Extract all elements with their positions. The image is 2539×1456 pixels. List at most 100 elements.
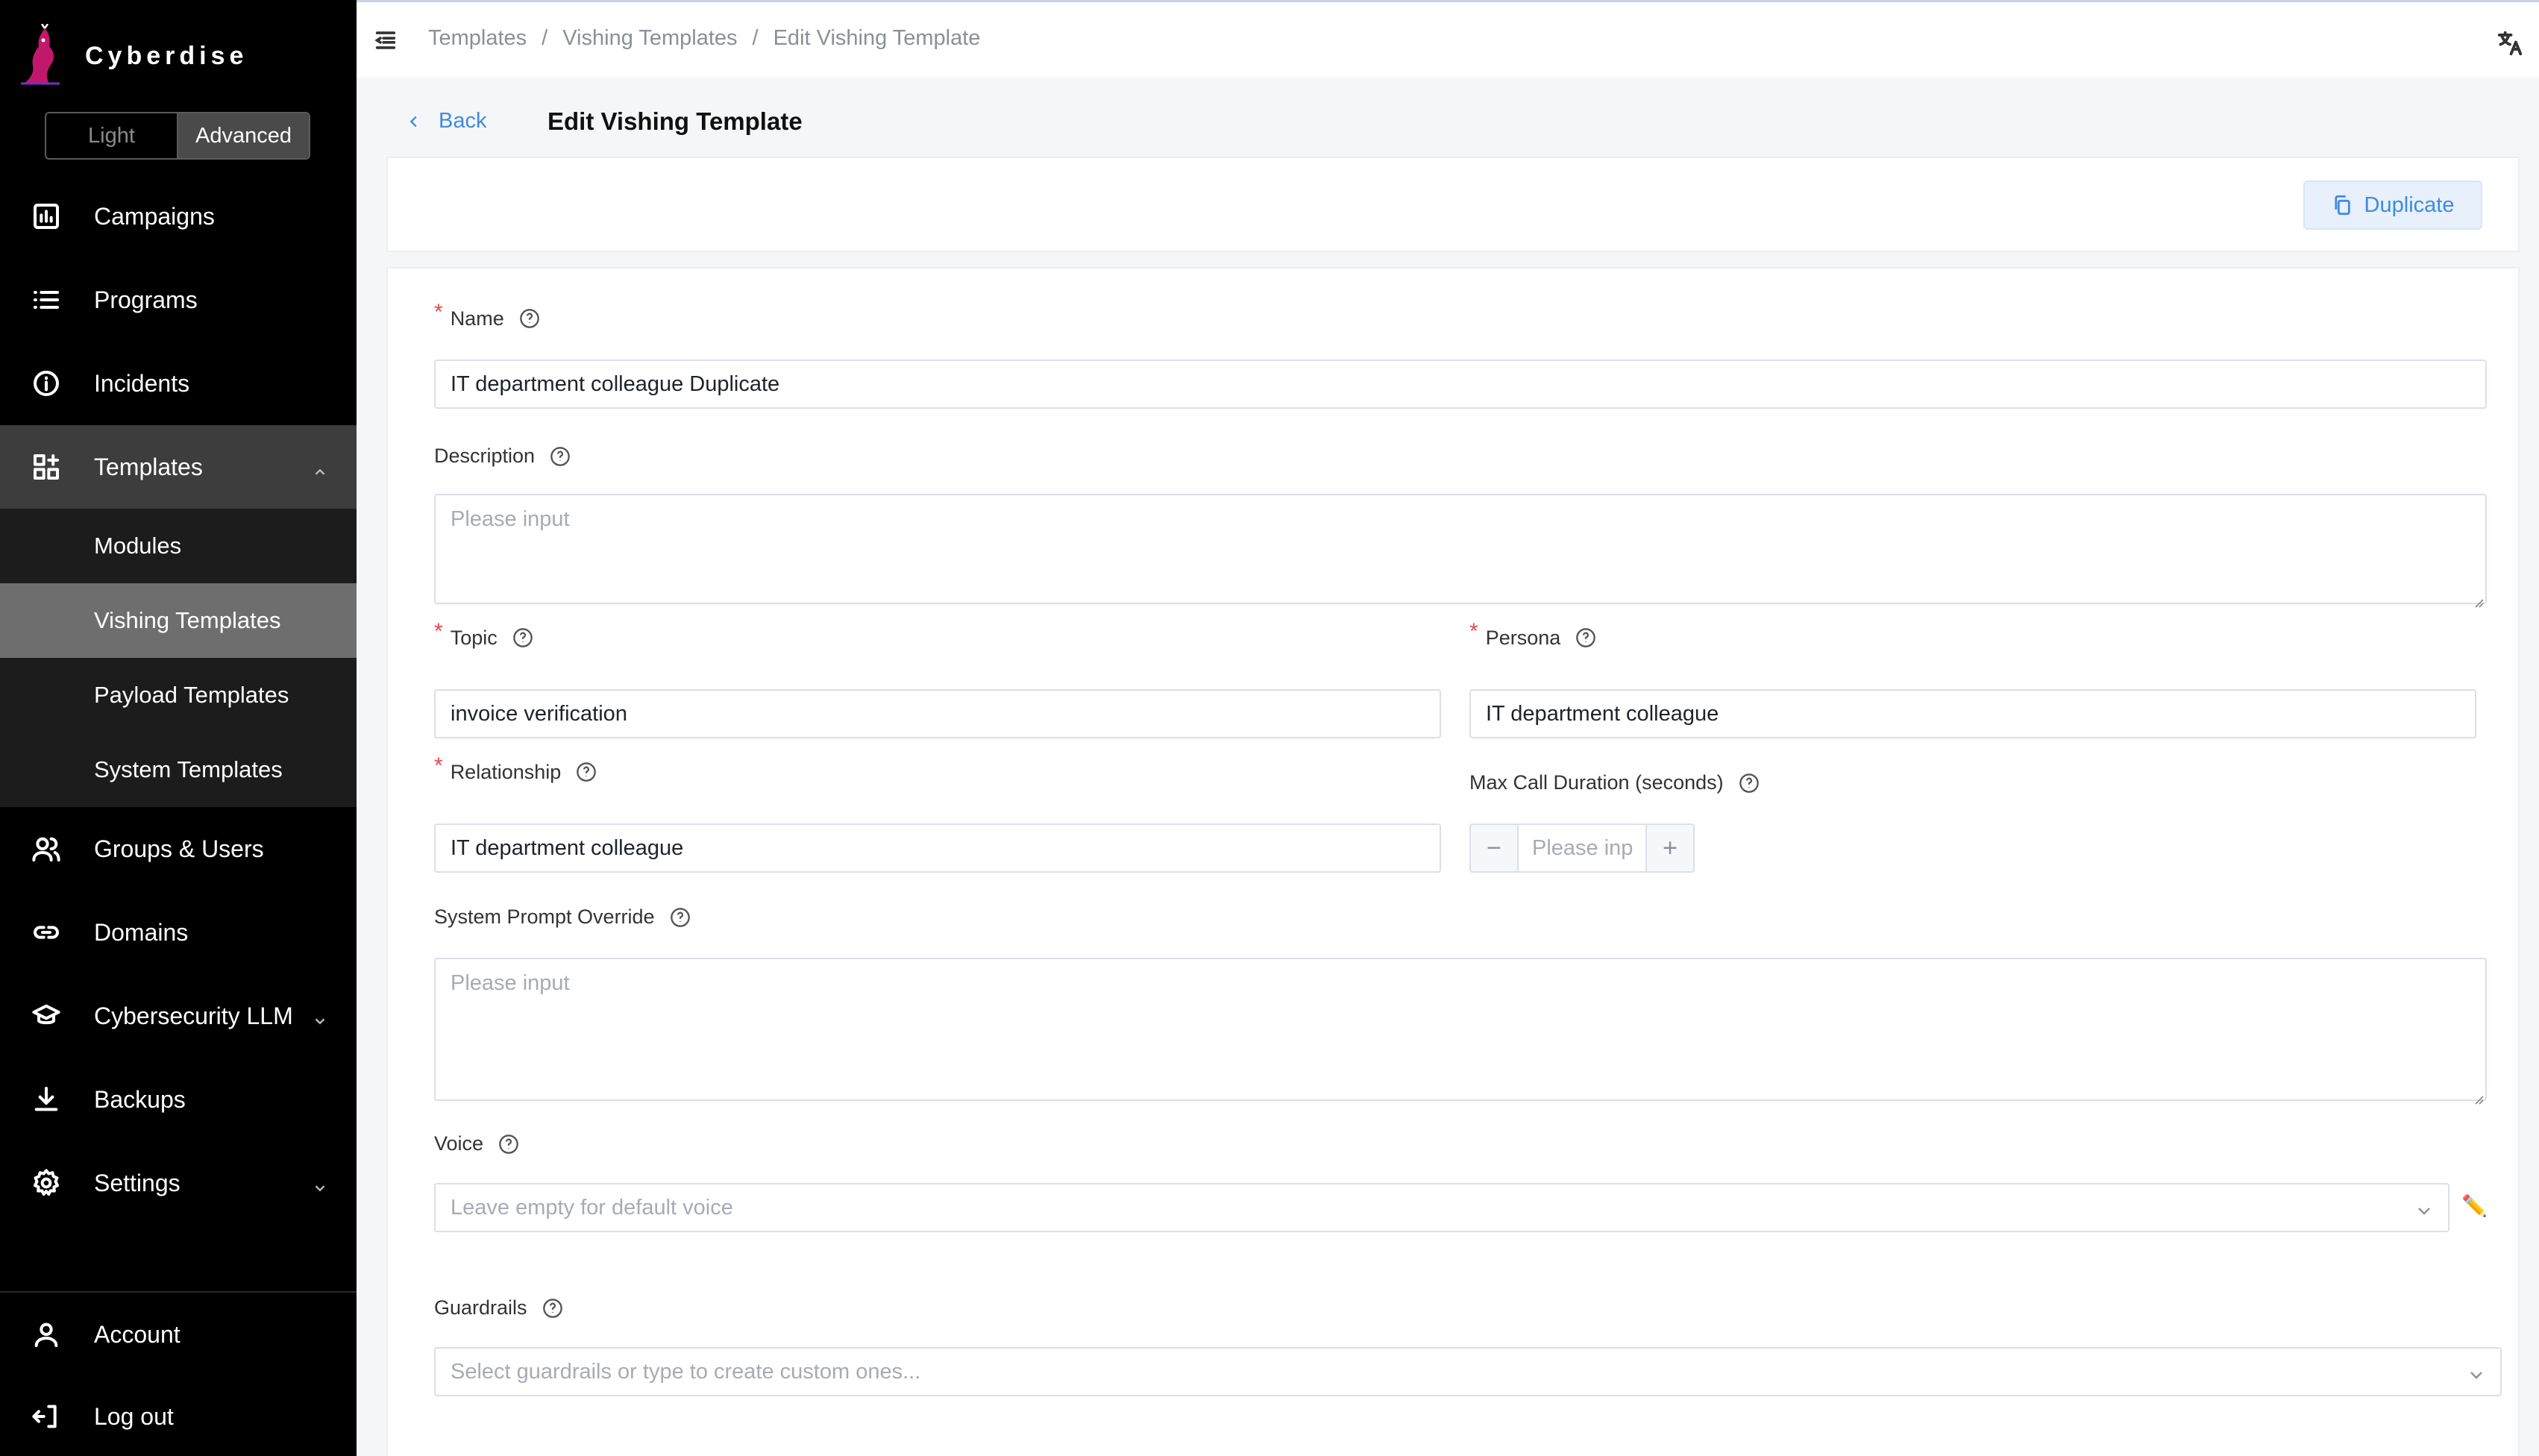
- mode-light-button[interactable]: Light: [46, 113, 178, 158]
- description-textarea[interactable]: Please input: [434, 494, 2487, 608]
- help-icon[interactable]: [542, 1298, 563, 1319]
- pencil-icon[interactable]: ✏️: [2461, 1193, 2488, 1218]
- help-icon[interactable]: [1575, 627, 1596, 648]
- name-label-text: Name: [450, 307, 504, 330]
- sidebar: Cyberdise Light Advanced Campaigns Progr…: [0, 0, 357, 1456]
- sidebar-item-label: Groups & Users: [94, 835, 264, 862]
- sidebar-item-incidents[interactable]: Incidents: [0, 342, 357, 425]
- sidebar-item-label: Programs: [94, 286, 198, 313]
- decrement-button[interactable]: −: [1471, 825, 1519, 871]
- copy-icon: [2334, 195, 2350, 216]
- relationship-input[interactable]: IT department colleague: [434, 823, 1441, 873]
- gear-icon: [30, 1167, 63, 1199]
- sidebar-subitem-label: Modules: [94, 533, 182, 559]
- sidebar-item-label: Cybersecurity LLM: [94, 1002, 293, 1029]
- sidebar-item-label: Domains: [94, 918, 189, 946]
- brand[interactable]: Cyberdise: [15, 22, 248, 90]
- max-call-duration-stepper: − Please inp +: [1469, 823, 1695, 873]
- sidebar-subitem-label: Vishing Templates: [94, 607, 281, 633]
- breadcrumb-templates[interactable]: Templates: [428, 26, 527, 51]
- page-title: Edit Vishing Template: [547, 107, 803, 135]
- bar-chart-icon: [30, 200, 63, 233]
- sidebar-subitem-system-templates[interactable]: System Templates: [0, 732, 357, 807]
- topic-label: * Topic: [434, 619, 533, 650]
- mode-advanced-button[interactable]: Advanced: [178, 113, 309, 158]
- resize-handle-icon[interactable]: [2472, 1086, 2484, 1105]
- duplicate-label: Duplicate: [2364, 192, 2455, 217]
- breadcrumb: Templates / Vishing Templates / Edit Vis…: [428, 26, 980, 51]
- guardrails-placeholder: Select guardrails or type to create cust…: [451, 1359, 921, 1384]
- sidebar-item-label: Account: [94, 1320, 181, 1348]
- voice-placeholder: Leave empty for default voice: [451, 1195, 733, 1220]
- link-icon: [30, 916, 63, 949]
- app-root: Cyberdise Light Advanced Campaigns Progr…: [0, 0, 2539, 1456]
- increment-button[interactable]: +: [1645, 825, 1693, 871]
- brand-logo-icon: [21, 24, 60, 85]
- topic-input[interactable]: invoice verification: [434, 689, 1441, 738]
- vishing-template-form: * Name IT department colleague Duplicate…: [386, 267, 2520, 1456]
- sidebar-item-groups-users[interactable]: Groups & Users: [0, 807, 357, 891]
- list-icon: [30, 283, 63, 316]
- translate-icon[interactable]: [2496, 29, 2524, 57]
- help-icon[interactable]: [670, 907, 691, 928]
- sidebar-subitem-modules[interactable]: Modules: [0, 509, 357, 583]
- sidebar-item-logout[interactable]: Log out: [0, 1375, 357, 1456]
- help-icon[interactable]: [498, 1134, 519, 1155]
- description-label-text: Description: [434, 445, 536, 467]
- relationship-label: * Relationship: [434, 753, 597, 785]
- chevron-down-icon: [312, 1008, 328, 1025]
- grid-plus-icon: [30, 451, 63, 483]
- max-call-duration-input[interactable]: Please inp: [1519, 825, 1645, 871]
- required-marker: *: [434, 300, 443, 324]
- system-prompt-placeholder: Please input: [451, 971, 570, 995]
- download-icon: [30, 1083, 63, 1116]
- sidebar-item-backups[interactable]: Backups: [0, 1058, 357, 1141]
- templates-submenu: Modules Vishing Templates Payload Templa…: [0, 509, 357, 807]
- mode-toggle: Light Advanced: [45, 112, 310, 160]
- relationship-label-text: Relationship: [450, 760, 562, 783]
- sidebar-item-label: Templates: [94, 453, 203, 480]
- sidebar-item-cybersecurity-llm[interactable]: Cybersecurity LLM: [0, 974, 357, 1058]
- name-input[interactable]: IT department colleague Duplicate: [434, 360, 2487, 409]
- sidebar-item-templates[interactable]: Templates: [0, 425, 357, 509]
- guardrails-label-text: Guardrails: [434, 1296, 527, 1319]
- sidebar-item-account[interactable]: Account: [0, 1293, 357, 1376]
- user-icon: [30, 1318, 63, 1351]
- required-marker: *: [434, 619, 443, 644]
- menu-fold-icon[interactable]: [373, 28, 398, 53]
- help-icon[interactable]: [576, 762, 597, 782]
- sidebar-item-label: Log out: [94, 1402, 174, 1430]
- back-label: Back: [439, 109, 487, 133]
- help-icon[interactable]: [1739, 773, 1760, 794]
- guardrails-select[interactable]: Select guardrails or type to create cust…: [434, 1347, 2502, 1396]
- action-card: Duplicate: [386, 157, 2520, 252]
- sidebar-item-programs[interactable]: Programs: [0, 258, 357, 342]
- chevron-down-icon: [2467, 1365, 2485, 1383]
- description-label: Description: [434, 445, 571, 468]
- logout-icon: [30, 1400, 63, 1433]
- chevron-down-icon: [2415, 1201, 2433, 1219]
- help-icon[interactable]: [550, 446, 571, 467]
- sidebar-item-campaigns[interactable]: Campaigns: [0, 175, 357, 258]
- description-placeholder: Please input: [451, 507, 570, 531]
- persona-label: * Persona: [1469, 619, 1596, 650]
- persona-label-text: Persona: [1485, 626, 1561, 649]
- chevron-down-icon: [312, 1175, 328, 1192]
- system-prompt-textarea[interactable]: Please input: [434, 958, 2487, 1105]
- sidebar-subitem-label: System Templates: [94, 756, 283, 782]
- sidebar-item-settings[interactable]: Settings: [0, 1141, 357, 1225]
- back-link[interactable]: Back: [406, 109, 486, 134]
- resize-handle-icon[interactable]: [2472, 589, 2484, 608]
- voice-select[interactable]: Leave empty for default voice: [434, 1183, 2449, 1232]
- breadcrumb-vishing-templates[interactable]: Vishing Templates: [562, 26, 737, 51]
- help-icon[interactable]: [512, 627, 533, 648]
- system-prompt-label: System Prompt Override: [434, 906, 691, 929]
- help-icon[interactable]: [519, 308, 540, 329]
- persona-input[interactable]: IT department colleague: [1469, 689, 2476, 738]
- required-marker: *: [434, 753, 443, 778]
- sidebar-item-domains[interactable]: Domains: [0, 891, 357, 974]
- sidebar-subitem-payload-templates[interactable]: Payload Templates: [0, 658, 357, 732]
- duplicate-button[interactable]: Duplicate: [2303, 181, 2482, 230]
- sidebar-subitem-vishing-templates[interactable]: Vishing Templates: [0, 583, 357, 658]
- max-call-duration-label-text: Max Call Duration (seconds): [1469, 771, 1724, 794]
